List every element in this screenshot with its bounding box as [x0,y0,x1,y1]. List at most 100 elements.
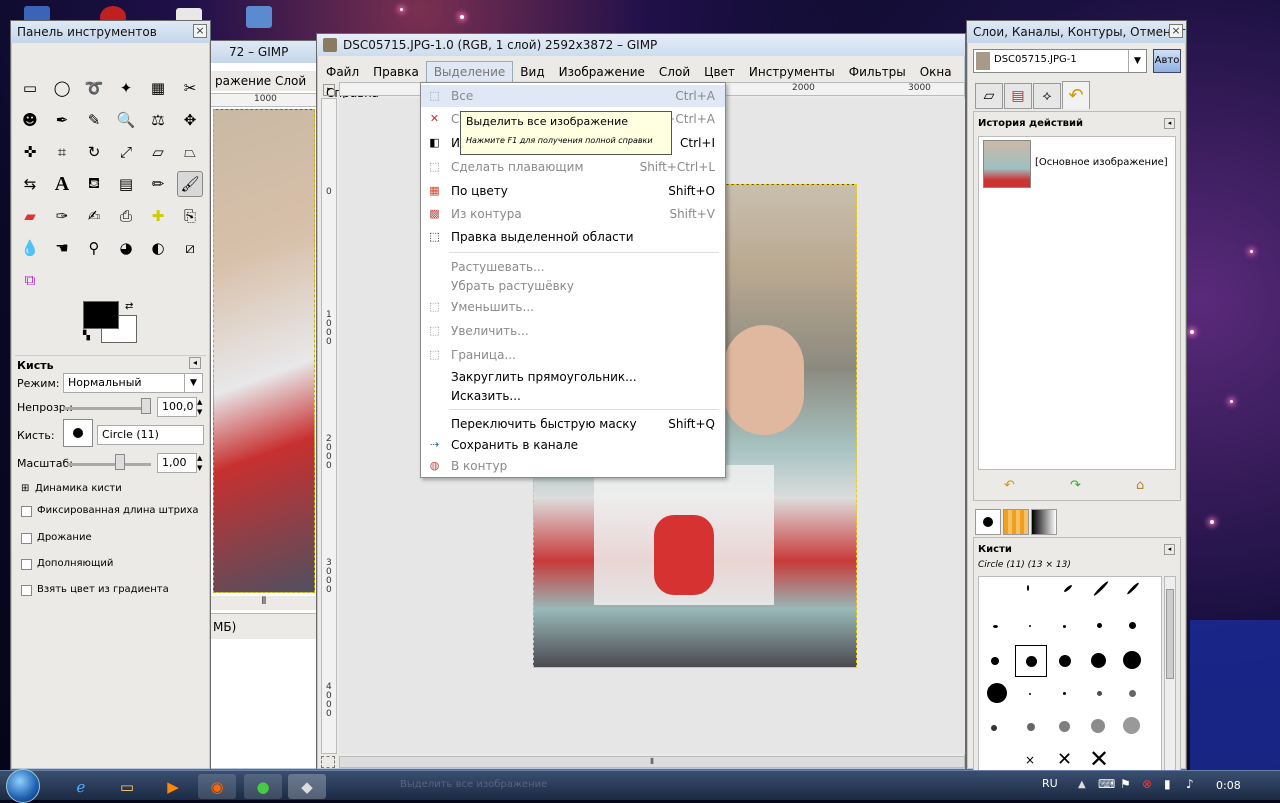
image-selector[interactable]: DSC05715.JPG-1 ▼ [973,49,1147,73]
menu-item-from-path[interactable]: ▩ Из контура Shift+V [421,203,725,225]
scrollbar-horizontal[interactable]: ⦀ [209,596,319,610]
menu-item-distort[interactable]: Исказить... [421,385,725,407]
menu-edit[interactable]: Правка [366,62,426,82]
brush-item[interactable] [987,683,1007,703]
opacity-slider-knob[interactable] [141,398,151,414]
layers-tab-icon[interactable]: ▱ [975,83,1003,109]
magic-wand-icon[interactable]: ✦ [113,75,139,101]
chevron-down-icon[interactable]: ▼ [184,374,202,392]
panel-menu-icon[interactable]: ◂ [189,357,201,369]
airbrush-icon[interactable]: ✑ [49,203,75,229]
firefox-icon[interactable]: ◉ [198,774,236,799]
menu-item-save-to-channel[interactable]: ⇢ Сохранить в канале [421,434,725,456]
explorer-icon[interactable]: ▭ [108,774,146,799]
scale-field[interactable]: 1,00 [157,453,197,473]
paths-tab-icon[interactable]: ⟡ [1033,83,1061,109]
brush-item[interactable] [1126,581,1140,596]
navigate-icon[interactable] [321,756,335,768]
brush-item[interactable] [1063,584,1073,593]
volume-icon[interactable]: ♪ [1186,777,1194,791]
menu-item-select-all[interactable]: ⬚ Все Ctrl+A [421,85,725,107]
desktop-network-icon[interactable] [246,6,272,28]
perspective-clone-icon[interactable]: ⎘ [177,203,203,229]
menu-tools[interactable]: Инструменты [742,62,842,82]
pencil-icon[interactable]: ✏ [145,171,171,197]
brush-item[interactable]: ✕ [1057,749,1072,770]
close-button[interactable]: × [193,24,207,38]
blend-icon[interactable]: ▤ [113,171,139,197]
brush-item[interactable] [1129,690,1136,697]
menu-layer-fragment[interactable]: Слой [275,71,306,91]
scrollbar-vertical[interactable] [1164,576,1176,772]
brush-item[interactable]: × [1025,753,1035,767]
redo-icon[interactable]: ↷ [1070,478,1081,493]
brush-item[interactable] [1063,692,1066,695]
clone-icon[interactable]: ⎙ [113,203,139,229]
menu-colors[interactable]: Цвет [697,62,742,82]
gradients-tab-icon[interactable] [1031,509,1057,535]
brush-item[interactable] [1129,622,1136,629]
paths-icon[interactable]: ✒ [49,107,75,133]
color-picker-icon[interactable]: ✎ [81,107,107,133]
menu-select[interactable]: Выделение [425,61,514,83]
default-colors-icon[interactable]: ▚ [83,331,90,341]
ellipse-select-icon[interactable]: ◯ [49,75,75,101]
gegl-icon[interactable]: ⧉ [17,267,43,293]
brush-item[interactable] [1029,625,1031,627]
bucket-fill-icon[interactable]: ⛾ [81,171,107,197]
rect-select-icon[interactable]: ▭ [17,75,43,101]
flip-icon[interactable]: ⇆ [17,171,43,197]
gradient-color-checkbox[interactable] [21,585,32,596]
menu-item-border[interactable]: ⬚ Граница... [421,344,725,366]
lasso-icon[interactable]: ➰ [81,75,107,101]
start-button[interactable] [6,769,40,803]
language-indicator[interactable]: RU [1042,777,1058,790]
menu-item-toggle-quick-mask[interactable]: Переключить быструю маску Shift+Q [421,413,725,435]
mode-select[interactable]: Нормальный ▼ [63,373,203,393]
background-gimp-window[interactable]: 72 – GIMP ражение Слой 1000 ⦀ МБ) [208,40,319,770]
shear-icon[interactable]: ▱ [145,139,171,165]
color-tool-icon[interactable]: ◕ [113,235,139,261]
scale-slider[interactable] [67,463,151,466]
menu-item-shrink[interactable]: ⬚ Уменьшить... [421,296,725,318]
swap-colors-icon[interactable]: ⇄ [125,301,133,312]
scale-spinner[interactable]: ▲ ▼ [197,453,205,473]
move-icon[interactable]: ✥ [177,107,203,133]
brush-item[interactable] [1059,721,1070,732]
menu-item-grow[interactable]: ⬚ Увеличить... [421,320,725,342]
menu-file[interactable]: Файл [319,62,366,82]
brush-item[interactable] [1063,625,1066,628]
crop-icon[interactable]: ⌗ [49,139,75,165]
brushes-tab-icon[interactable] [975,509,1001,535]
clear-history-icon[interactable]: ⌂ [1136,478,1144,493]
zoom-icon[interactable]: 🔍 [113,107,139,133]
menu-image-fragment[interactable]: ражение [215,71,271,91]
jitter-checkbox[interactable] [21,533,32,544]
opacity-spinner[interactable]: ▲ ▼ [197,397,205,417]
gimp-taskbar-icon[interactable]: ◆ [288,774,326,799]
blur-icon[interactable]: 💧 [17,235,43,261]
brush-item[interactable] [1097,691,1102,696]
background-photo-canvas[interactable] [213,109,315,593]
menu-windows[interactable]: Окна [913,62,959,82]
scale-slider-knob[interactable] [115,454,125,470]
foreground-color-swatch-top[interactable] [83,301,119,329]
menu-item-selection-editor[interactable]: ⬚ Правка выделенной области [421,226,725,248]
menu-item-float[interactable]: ⬚ Сделать плавающим Shift+Ctrl+L [421,156,725,178]
smudge-icon[interactable]: ☚ [49,235,75,261]
heal-icon[interactable]: ✚ [145,203,171,229]
menu-item-to-path[interactable]: ◍ В контур [421,455,725,477]
ink-icon[interactable]: ✍ [81,203,107,229]
text-tool-icon[interactable]: A [49,171,75,197]
measure-icon[interactable]: ⚖ [145,107,171,133]
selected-brush[interactable] [1015,645,1047,677]
menu-filters[interactable]: Фильтры [842,62,913,82]
auto-button[interactable]: Авто [1153,49,1181,73]
select-by-color-icon[interactable]: ▦ [145,75,171,101]
brush-dynamics-expander[interactable]: Динамика кисти [35,483,122,494]
clock[interactable]: 0:08 [1216,779,1241,792]
menu-image[interactable]: Изображение [552,62,652,82]
brush-item[interactable] [991,657,999,665]
brush-name-field[interactable]: Circle (11) [97,425,204,445]
antivirus-icon[interactable]: ⊗ [1142,777,1152,791]
